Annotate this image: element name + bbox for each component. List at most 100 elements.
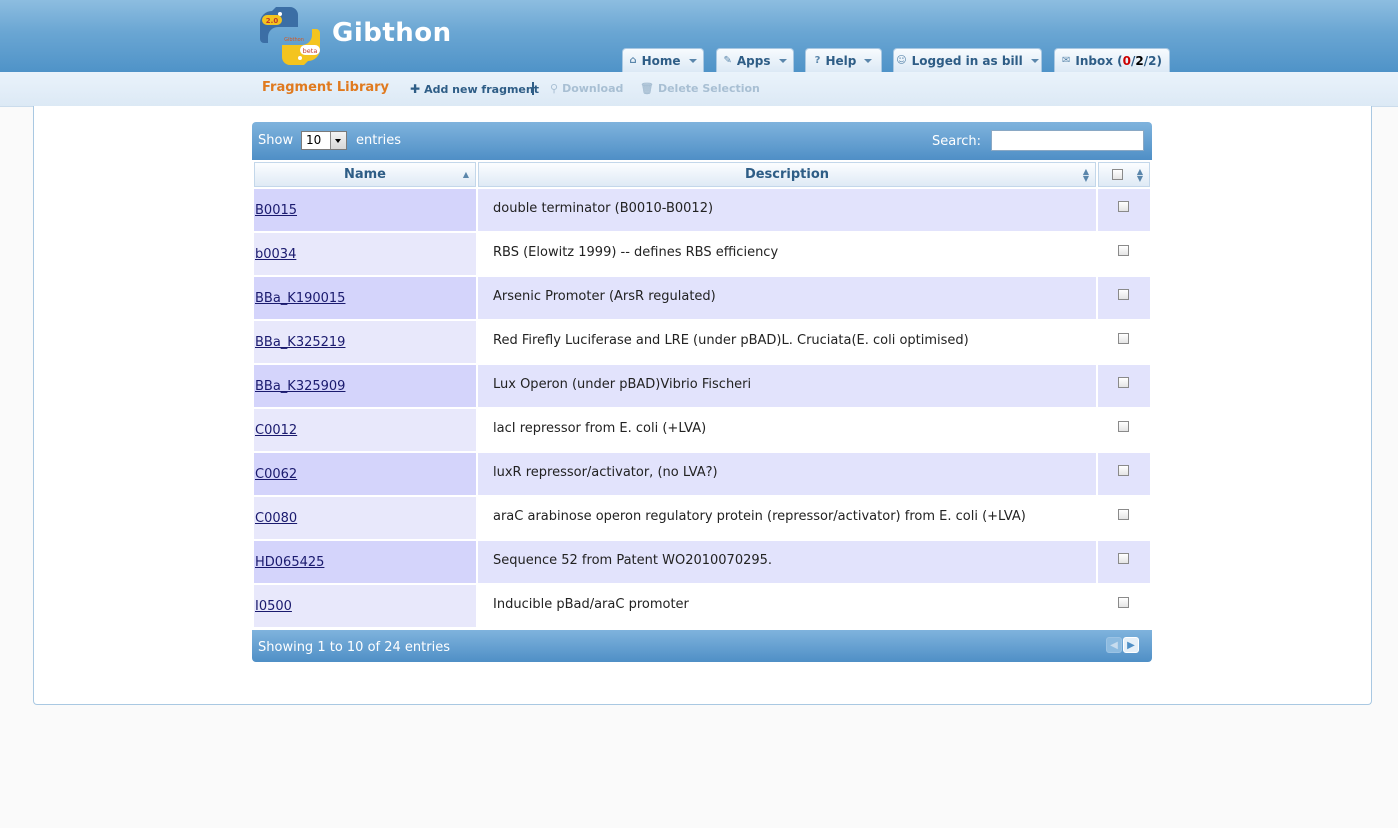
select-cell	[1098, 585, 1150, 627]
nav-user-tab[interactable]: ☺ Logged in as bill	[893, 48, 1042, 72]
row-checkbox-wrap	[1118, 289, 1129, 304]
chevron-down-icon	[864, 58, 873, 63]
arrow-left-icon: ◀	[1110, 639, 1118, 651]
fragment-description: lacI repressor from E. coli (+LVA)	[493, 421, 707, 436]
fragment-description: double terminator (B0010-B0012)	[493, 201, 714, 216]
next-page-button[interactable]: ▶	[1123, 637, 1139, 653]
chevron-down-icon	[688, 58, 697, 63]
fragment-description: Red Firefly Luciferase and LRE (under pB…	[493, 333, 969, 348]
fragment-name-link[interactable]: BBa_K190015	[255, 291, 345, 306]
fragment-name-link[interactable]: C0080	[255, 511, 297, 526]
name-cell: BBa_K325219	[254, 321, 476, 363]
fragment-description: Lux Operon (under pBAD)Vibrio Fischeri	[493, 377, 752, 392]
table-row: b0034 RBS (Elowitz 1999) -- defines RBS e…	[252, 233, 1152, 275]
search-input[interactable]	[991, 130, 1144, 151]
row-select-checkbox[interactable]	[1118, 465, 1129, 476]
nav-home-tab[interactable]: ⌂ Home	[622, 48, 704, 72]
chevron-down-icon	[330, 132, 346, 149]
select-cell	[1098, 321, 1150, 363]
name-cell: I0500	[254, 585, 476, 627]
table-row: C0012 lacI repressor from E. coli (+LVA)	[252, 409, 1152, 451]
row-select-checkbox[interactable]	[1118, 597, 1129, 608]
select-cell	[1098, 541, 1150, 583]
pagination-info: Showing 1 to 10 of 24 entries	[258, 640, 450, 655]
sort-asc-icon: ▲	[462, 170, 469, 179]
description-cell: lacI repressor from E. coli (+LVA)	[478, 409, 1096, 451]
description-cell: Lux Operon (under pBAD)Vibrio Fischeri	[478, 365, 1096, 407]
sort-both-icon: ▲ ▼	[1136, 167, 1143, 183]
fragment-name-link[interactable]: BBa_K325219	[255, 335, 345, 350]
fragment-name-link[interactable]: b0034	[255, 247, 296, 262]
mail-icon: ✉	[1062, 55, 1071, 66]
fragment-description: Arsenic Promoter (ArsR regulated)	[493, 289, 716, 304]
row-select-checkbox[interactable]	[1118, 245, 1129, 256]
nav-user-label: Logged in as bill	[911, 53, 1023, 68]
select-cell	[1098, 189, 1150, 231]
delete-selection-label: Delete Selection	[657, 82, 760, 95]
fragment-description: Sequence 52 from Patent WO2010070295.	[493, 553, 773, 568]
fragment-name-link[interactable]: C0012	[255, 423, 297, 438]
fragment-description: luxR repressor/activator, (no LVA?)	[493, 465, 718, 480]
row-checkbox-wrap	[1118, 597, 1129, 612]
name-cell: B0015	[254, 189, 476, 231]
fragment-description: araC arabinose operon regulatory protein…	[493, 509, 1026, 524]
column-header-description[interactable]: Description ▲ ▼	[478, 162, 1096, 187]
row-select-checkbox[interactable]	[1118, 201, 1129, 212]
row-select-checkbox[interactable]	[1118, 333, 1129, 344]
select-cell	[1098, 365, 1150, 407]
select-cell	[1098, 233, 1150, 275]
logo-label-text: Gibthon	[284, 37, 304, 43]
delete-selection-button[interactable]: 🗑 Delete Selection	[640, 82, 760, 95]
name-cell: C0012	[254, 409, 476, 451]
description-cell: double terminator (B0010-B0012)	[478, 189, 1096, 231]
fragment-name-link[interactable]: B0015	[255, 203, 297, 218]
page-title: Fragment Library	[262, 80, 390, 95]
link-icon: ⚲	[550, 82, 559, 95]
row-checkbox-wrap	[1118, 245, 1129, 260]
user-icon: ☺	[896, 55, 907, 66]
row-select-checkbox[interactable]	[1118, 289, 1129, 300]
logo-version-text: 2.0	[266, 17, 279, 25]
row-select-checkbox[interactable]	[1118, 377, 1129, 388]
fragment-name-link[interactable]: I0500	[255, 599, 292, 614]
add-fragment-button[interactable]: ✚ Add new fragment	[410, 82, 539, 96]
description-cell: Arsenic Promoter (ArsR regulated)	[478, 277, 1096, 319]
table-row: HD065425 Sequence 52 from Patent WO201007…	[252, 541, 1152, 583]
table-footer: Showing 1 to 10 of 24 entries ◀ ▶	[252, 630, 1152, 662]
row-select-checkbox[interactable]	[1118, 421, 1129, 432]
inbox-new-count: 2	[1135, 53, 1144, 68]
download-button[interactable]: ⚲ Download	[550, 82, 623, 95]
sort-both-icon: ▲ ▼	[1082, 167, 1089, 183]
column-header-name[interactable]: Name ▲	[254, 162, 476, 187]
nav-apps-label: Apps	[736, 53, 771, 68]
description-cell: luxR repressor/activator, (no LVA?)	[478, 453, 1096, 495]
table-controls: Show 10 entries Search:	[252, 122, 1152, 160]
inbox-unread-count: 0	[1122, 53, 1132, 68]
fragment-name-link[interactable]: HD065425	[255, 555, 324, 570]
inbox-total-count: 2	[1148, 53, 1157, 68]
nav-help-tab[interactable]: ? Help	[805, 48, 882, 72]
nav-apps-tab[interactable]: ✎ Apps	[716, 48, 794, 72]
table-row: BBa_K325219 Red Firefly Luciferase and LR…	[252, 321, 1152, 363]
previous-page-button[interactable]: ◀	[1106, 637, 1122, 653]
fragment-name-link[interactable]: C0062	[255, 467, 297, 482]
name-cell: C0080	[254, 497, 476, 539]
table-header-row: Name ▲ Description ▲ ▼ ▲ ▼	[252, 162, 1152, 187]
select-cell	[1098, 409, 1150, 451]
row-checkbox-wrap	[1118, 465, 1129, 480]
nav-home-label: Home	[641, 53, 681, 68]
top-header: 2.0 Gibthon beta Gibthon ⌂ Home ✎ Apps ?…	[0, 0, 1398, 72]
table-row: I0500 Inducible pBad/araC promoter	[252, 585, 1152, 627]
row-checkbox-wrap	[1118, 333, 1129, 348]
select-all-checkbox[interactable]	[1111, 169, 1123, 180]
row-select-checkbox[interactable]	[1118, 553, 1129, 564]
row-select-checkbox[interactable]	[1118, 509, 1129, 520]
name-cell: BBa_K190015	[254, 277, 476, 319]
page-size-select[interactable]: 10	[301, 131, 347, 150]
table-row: BBa_K325909 Lux Operon (under pBAD)Vibrio…	[252, 365, 1152, 407]
nav-inbox-tab[interactable]: ✉ Inbox (0/2/2)	[1054, 48, 1170, 72]
sub-toolbar: Fragment Library ✚ Add new fragment ⚲ Do…	[0, 72, 1398, 107]
column-header-select[interactable]: ▲ ▼	[1098, 162, 1150, 187]
page-size-value: 10	[306, 133, 322, 147]
fragment-name-link[interactable]: BBa_K325909	[255, 379, 345, 394]
